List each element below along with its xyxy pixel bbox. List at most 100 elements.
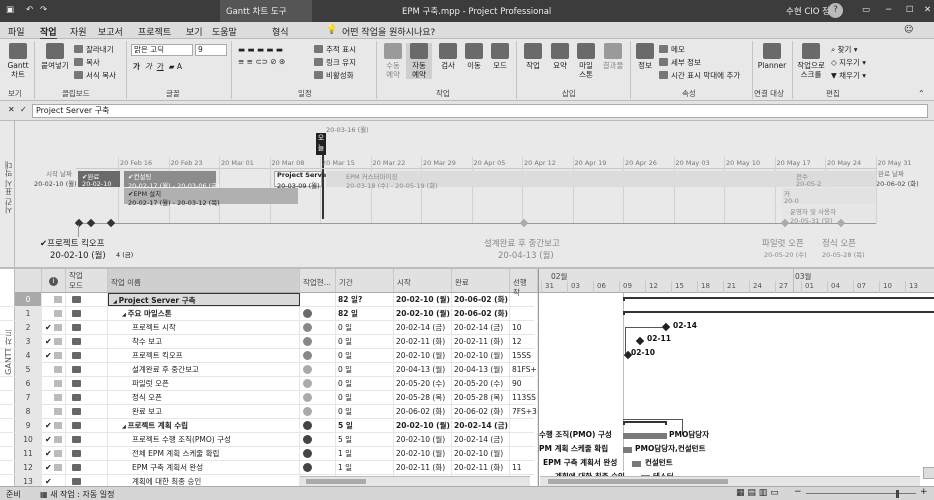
duration-column-header[interactable]: 기간 [336, 269, 394, 293]
search-tell-me[interactable]: 어떤 작업을 원하시나요? [342, 25, 435, 38]
start-cell[interactable]: 20-06-02 (화) [394, 405, 452, 418]
indicators-column-header[interactable]: i [42, 269, 66, 293]
tab-help[interactable]: 도움말 [212, 25, 237, 38]
table-row[interactable]: 7 정식 오픈 0 일 20-05-28 (목) 20-05-28 (목) 113SS [0, 391, 538, 405]
finish-cell[interactable]: 20-06-02 (화) [452, 293, 510, 306]
gantt-chart-view-button[interactable]: Gantt 차트 [4, 43, 32, 79]
predecessors-cell[interactable]: 15SS [510, 349, 538, 362]
minimize-icon[interactable]: ─ [886, 5, 891, 15]
finish-cell[interactable]: 20-06-02 (화) [452, 307, 510, 320]
task-name-column-header[interactable]: 작업 이름 [108, 269, 300, 293]
start-cell[interactable]: 20-02-11 (화) [394, 335, 452, 348]
start-cell[interactable]: 20-05-20 (수) [394, 377, 452, 390]
tab-report[interactable]: 보고서 [98, 25, 123, 38]
avatar[interactable]: ? [828, 3, 843, 18]
cut-button[interactable]: 잘라내기 [74, 44, 114, 55]
finish-cell[interactable]: 20-02-14 (금) [452, 321, 510, 334]
respect-links-button[interactable]: 링크 유지 [314, 57, 356, 68]
duration-cell[interactable]: 82 일? [336, 293, 394, 306]
task-mode-cell[interactable] [66, 419, 108, 432]
project-summary-bar[interactable] [623, 297, 934, 301]
planner-button[interactable]: Planner [756, 43, 788, 70]
row-number[interactable]: 0 [15, 293, 42, 306]
finish-cell[interactable]: 20-02-10 (월) [452, 447, 510, 460]
highlight-icon[interactable]: ▰ [169, 62, 175, 71]
task-mode-cell[interactable] [66, 335, 108, 348]
task-mode-cell[interactable] [66, 307, 108, 320]
notes-button[interactable]: 메모 [659, 44, 685, 55]
task-name-cell[interactable]: EPM 구축 계획서 완성 [108, 461, 300, 474]
finish-column-header[interactable]: 완료 [452, 269, 510, 293]
table-row[interactable]: 5 설계완료 후 중간보고 0 일 20-04-13 (월) 20-04-13 (월) 8… [0, 363, 538, 377]
clear-button[interactable]: ◇ 지우기 ▾ [831, 57, 866, 68]
task-name-cell[interactable]: 정식 오픈 [108, 391, 300, 404]
tab-format[interactable]: 형식 [272, 25, 289, 38]
task-mode-cell[interactable] [66, 293, 108, 306]
mode-button[interactable]: 모드 [488, 43, 512, 70]
task-name-cell[interactable]: ◢ 주요 마일스톤 [108, 307, 300, 320]
row-number[interactable]: 4 [15, 349, 42, 362]
summary-bar[interactable] [623, 421, 667, 425]
status-column-header[interactable]: 작업현... [300, 269, 336, 293]
details-button[interactable]: 세부 정보 [659, 57, 701, 68]
start-cell[interactable]: 20-02-10 (월) [394, 307, 452, 320]
row-number[interactable]: 3 [15, 335, 42, 348]
finish-cell[interactable]: 20-05-28 (목) [452, 391, 510, 404]
start-cell[interactable]: 20-02-10 (월) [394, 349, 452, 362]
start-cell[interactable]: 20-02-10 (월) [394, 419, 452, 432]
table-row[interactable]: 12 ✔ EPM 구축 계획서 완성 1 일 20-02-11 (화) 20-02-11 … [0, 461, 538, 475]
confirm-entry-icon[interactable]: ✓ [20, 105, 27, 114]
row-number[interactable]: 5 [15, 363, 42, 376]
task-mode-cell[interactable] [66, 405, 108, 418]
duration-cell[interactable]: 0 일 [336, 363, 394, 376]
task-name-cell[interactable]: 프로젝트 수행 조직(PMO) 구성 [108, 433, 300, 446]
predecessors-cell[interactable] [510, 307, 538, 320]
row-number[interactable]: 8 [15, 405, 42, 418]
start-cell[interactable]: 20-02-11 (화) [394, 461, 452, 474]
predecessors-cell[interactable] [510, 447, 538, 460]
information-button[interactable]: 정보 [634, 43, 656, 70]
inspect-button[interactable]: 검사 [436, 43, 460, 70]
task-name-cell[interactable]: ◢ Project Server 구축 [108, 293, 300, 306]
row-number[interactable]: 6 [15, 377, 42, 390]
user-name[interactable]: 수현 CIO 정 [786, 5, 830, 17]
auto-schedule-button[interactable]: 자동 예약 [406, 43, 432, 79]
manual-schedule-button[interactable]: 수동 예약 [380, 43, 406, 79]
copy-button[interactable]: 복사 [74, 57, 100, 68]
zoom-out-icon[interactable]: − [794, 487, 802, 497]
start-cell[interactable]: 20-04-13 (월) [394, 363, 452, 376]
duration-cell[interactable]: 0 일 [336, 335, 394, 348]
task-mode-cell[interactable] [66, 461, 108, 474]
finish-cell[interactable]: 20-06-02 (화) [452, 405, 510, 418]
entry-field[interactable]: Project Server 구축 [32, 104, 928, 118]
predecessors-cell[interactable] [510, 433, 538, 446]
finish-cell[interactable]: 20-04-13 (월) [452, 363, 510, 376]
collapse-ribbon-icon[interactable]: ⌃ [918, 89, 925, 98]
insert-task-button[interactable]: 작업 [520, 43, 546, 70]
table-row[interactable]: 1 ◢ 주요 마일스톤 82 일 20-02-10 (월) 20-06-02 (화) [0, 307, 538, 321]
milestone-button[interactable]: 마일 스톤 [574, 43, 598, 79]
table-row[interactable]: 6 파일럿 오픈 0 일 20-05-20 (수) 20-05-20 (수) 90 [0, 377, 538, 391]
finish-cell[interactable]: 20-02-10 (월) [452, 349, 510, 362]
duration-cell[interactable]: 0 일 [336, 405, 394, 418]
task-name-cell[interactable]: 프로젝트 시작 [108, 321, 300, 334]
duration-cell[interactable]: 5 일 [336, 419, 394, 432]
fill-button[interactable]: ▼ 채우기 ▾ [831, 70, 866, 81]
tab-resource[interactable]: 자원 [70, 25, 87, 38]
row-number[interactable]: 10 [15, 433, 42, 446]
table-row[interactable]: 8완료 보고0 일20-06-02 (화)20-06-02 (화)7FS+3 ? [0, 405, 538, 419]
task-mode-column-header[interactable]: 작업 모드 [66, 269, 108, 293]
start-cell[interactable]: 20-05-28 (목) [394, 391, 452, 404]
task-mode-cell[interactable] [66, 321, 108, 334]
chart-scrollbar[interactable] [540, 476, 920, 486]
finish-cell[interactable]: 20-02-14 (금) [452, 433, 510, 446]
horizontal-scrollbar[interactable] [300, 476, 530, 486]
predecessors-cell[interactable]: 81FS+4 [510, 363, 538, 376]
predecessors-cell[interactable] [510, 293, 538, 306]
predecessors-cell[interactable]: 7FS+3 ? [510, 405, 538, 418]
predecessors-cell[interactable] [510, 419, 538, 432]
row-number[interactable]: 1 [15, 307, 42, 320]
table-row[interactable]: 4 ✔ 프로젝트 킥오프 0 일 20-02-10 (월) 20-02-10 (월) 15S… [0, 349, 538, 363]
task-name-cell[interactable]: 착수 보고 [108, 335, 300, 348]
format-painter-button[interactable]: 서식 복사 [74, 70, 116, 81]
